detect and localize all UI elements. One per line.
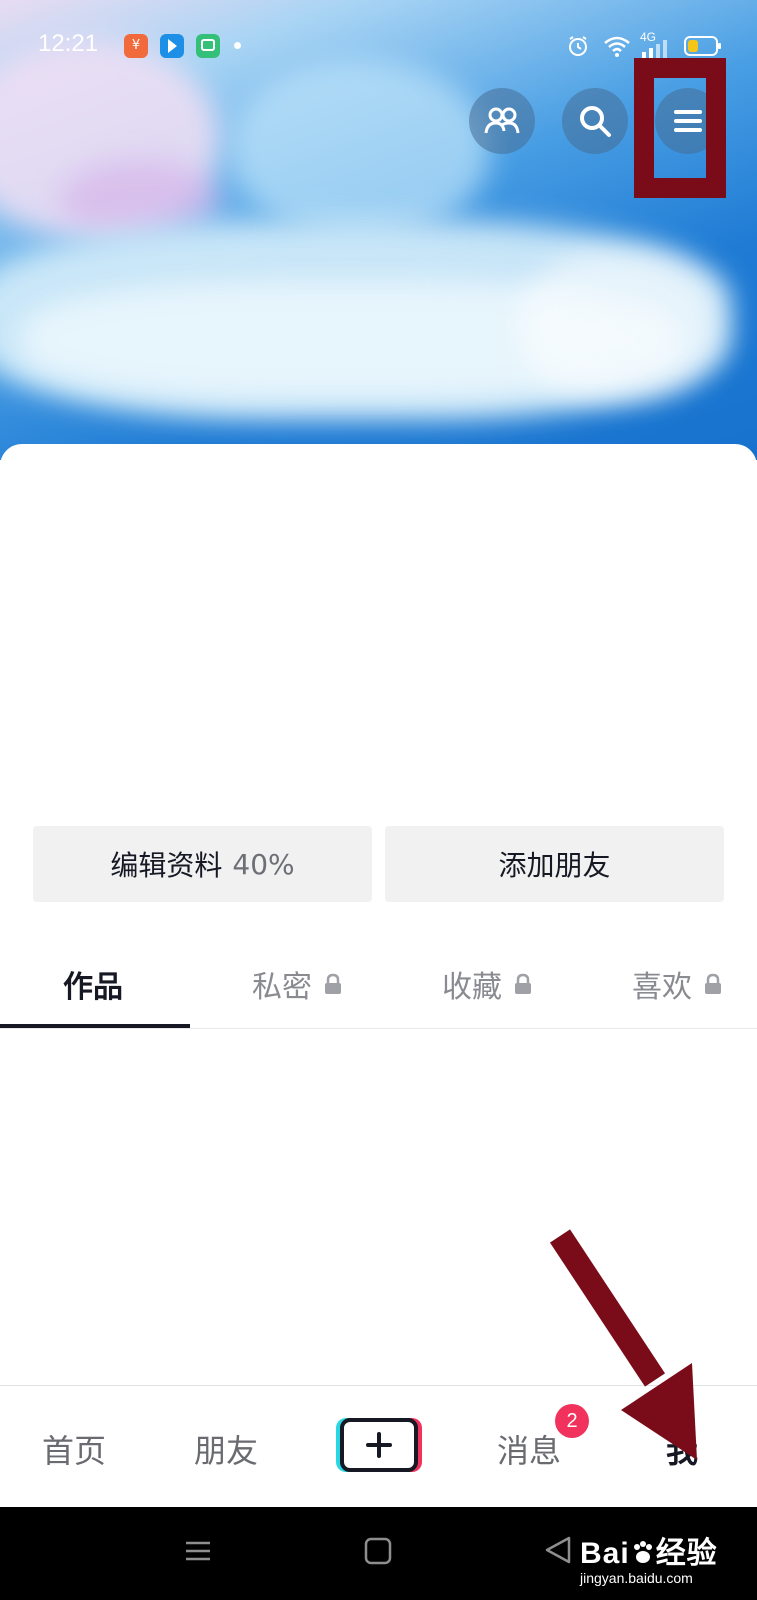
wallet-icon: ¥ (124, 34, 148, 58)
tab-label: 作品 (63, 970, 123, 1005)
tab-label: 收藏 (442, 970, 502, 1005)
plus-icon (366, 1432, 392, 1458)
nav-messages[interactable]: 消息 (497, 1426, 561, 1472)
tab-label: 私密 (252, 970, 312, 1005)
messages-badge: 2 (555, 1404, 589, 1438)
pin-icon (160, 34, 184, 58)
create-button[interactable] (340, 1418, 418, 1472)
paw-icon (633, 1541, 652, 1563)
edit-profile-label: 编辑资料 (110, 849, 223, 882)
add-friends-button[interactable]: 添加朋友 (385, 826, 724, 902)
notification-dot (234, 42, 241, 49)
alarm-icon (569, 36, 587, 56)
nav-me[interactable]: 我 (666, 1426, 698, 1472)
wifi-icon (604, 36, 630, 57)
add-friends-label: 添加朋友 (498, 849, 611, 882)
search-icon (580, 106, 611, 137)
highlight-box (634, 58, 726, 198)
watermark-url: jingyan.baidu.com (580, 1570, 693, 1586)
tabs-divider (0, 1028, 757, 1029)
edit-profile-percent: 40% (232, 847, 295, 881)
search-button[interactable] (562, 88, 628, 154)
chat-icon (196, 34, 220, 58)
watermark-brand: Bai (580, 1537, 630, 1570)
battery-icon (684, 36, 721, 56)
recent-apps-icon[interactable] (184, 1537, 212, 1565)
friends-icon (484, 107, 520, 134)
signal-icon (642, 40, 667, 60)
status-time: 12:21 (38, 30, 99, 57)
lock-icon (515, 973, 531, 994)
tab-works[interactable]: 作品 (63, 962, 123, 1006)
lock-icon (705, 973, 721, 994)
nav-home[interactable]: 首页 (42, 1426, 106, 1472)
tab-label: 喜欢 (632, 970, 692, 1005)
lock-icon (325, 973, 341, 994)
tab-private[interactable]: 私密 (252, 962, 342, 1006)
home-icon[interactable] (364, 1537, 392, 1565)
friends-button[interactable] (469, 88, 535, 154)
back-icon[interactable] (544, 1535, 572, 1565)
tab-favorites[interactable]: 收藏 (442, 962, 532, 1006)
edit-profile-button[interactable]: 编辑资料 40% (33, 826, 372, 902)
nav-friends[interactable]: 朋友 (194, 1426, 258, 1472)
watermark-suffix: 经验 (655, 1537, 718, 1570)
baidu-watermark: Bai 经验 jingyan.baidu.com (580, 1528, 718, 1586)
tab-likes[interactable]: 喜欢 (632, 962, 722, 1006)
